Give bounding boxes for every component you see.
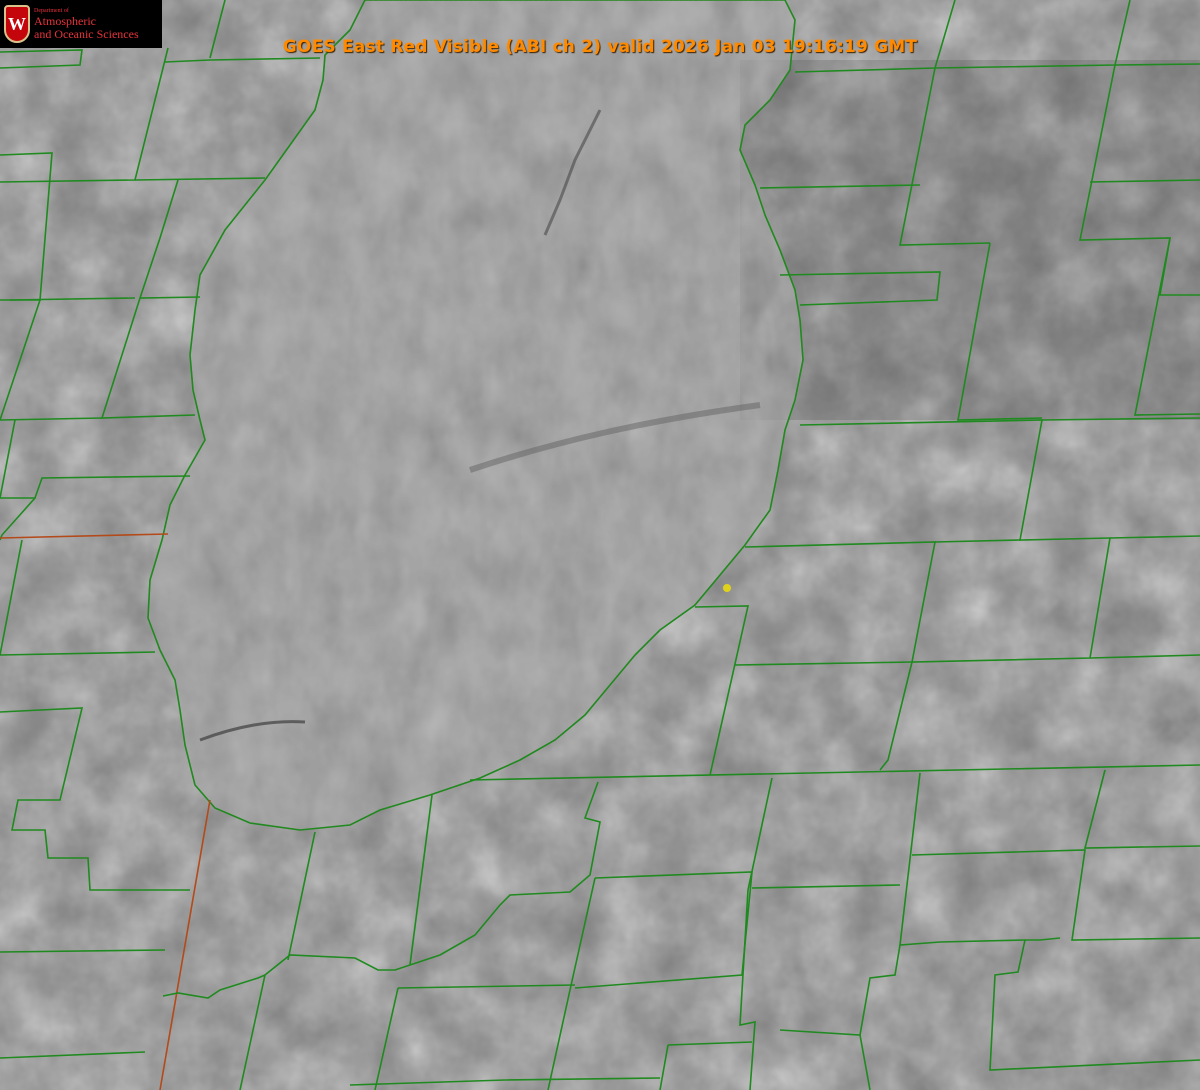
image-title: GOES East Red Visible (ABI ch 2) valid 2… [282,37,918,57]
darker-cloud-band [740,60,1200,420]
location-marker [723,584,731,592]
logo-text: Department of Atmospheric and Oceanic Sc… [34,8,139,41]
satellite-map [0,0,1200,1090]
logo-name-line-1: Atmospheric [34,13,96,28]
